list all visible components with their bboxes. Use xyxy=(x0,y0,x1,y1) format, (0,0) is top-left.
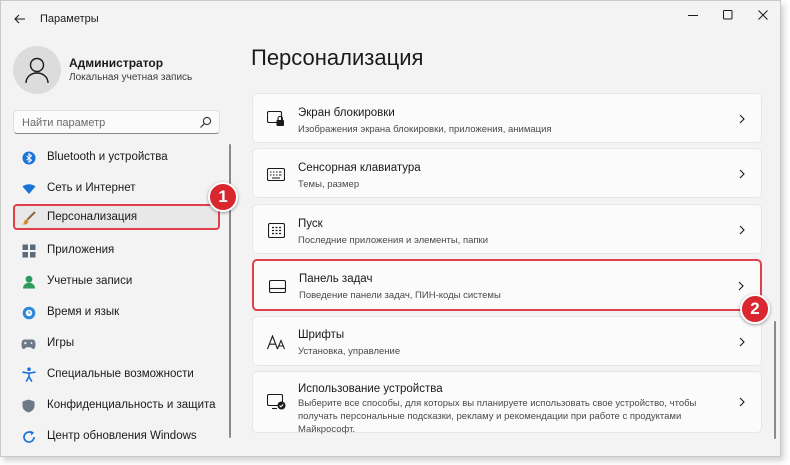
apps-icon xyxy=(21,243,36,258)
gamepad-icon xyxy=(21,336,36,351)
sidebar-item-personalization[interactable]: Персонализация xyxy=(13,204,220,230)
shield-icon xyxy=(21,398,36,413)
sidebar-item-time-language[interactable]: Время и язык xyxy=(13,299,220,325)
search-box[interactable] xyxy=(13,110,220,134)
sidebar-item-gaming[interactable]: Игры xyxy=(13,330,220,356)
card-title: Использование устройства xyxy=(298,383,443,395)
card-title: Экран блокировки xyxy=(298,107,395,119)
sidebar-item-privacy[interactable]: Конфиденциальность и защита xyxy=(13,392,220,418)
page-title: Персонализация xyxy=(251,45,424,70)
sidebar-item-network[interactable]: Сеть и Интернет xyxy=(13,175,220,201)
card-device-usage[interactable]: Использование устройства Выберите все сп… xyxy=(252,371,762,435)
user-name: Администратор xyxy=(69,56,164,70)
chevron-right-icon xyxy=(737,113,747,125)
card-title: Шрифты xyxy=(298,329,345,341)
sidebar-item-accessibility[interactable]: Специальные возможности xyxy=(13,361,220,387)
update-icon xyxy=(21,429,36,444)
card-subtitle: Последние приложения и элементы, папки xyxy=(298,235,488,246)
sidebar-item-label: Bluetooth и устройства xyxy=(47,151,168,163)
maximize-button[interactable] xyxy=(716,5,740,25)
chevron-right-icon xyxy=(737,224,747,236)
sidebar-item-accounts[interactable]: Учетные записи xyxy=(13,268,220,294)
card-subtitle: Установка, управление xyxy=(298,346,401,357)
globe-clock-icon xyxy=(21,305,36,320)
sidebar-item-label: Время и язык xyxy=(47,306,120,318)
device-usage-icon xyxy=(266,392,286,412)
accounts-icon xyxy=(21,274,36,289)
chevron-right-icon xyxy=(737,396,747,408)
user-icon xyxy=(25,57,49,84)
sidebar-item-apps[interactable]: Приложения xyxy=(13,237,220,263)
card-title: Пуск xyxy=(298,218,323,230)
avatar[interactable] xyxy=(13,46,61,94)
close-icon xyxy=(758,10,768,20)
keyboard-icon xyxy=(266,164,286,184)
chevron-right-icon xyxy=(737,168,747,180)
settings-window: Параметры Администратор Локальная учетна… xyxy=(0,0,781,457)
search-icon[interactable] xyxy=(199,116,212,129)
card-title: Панель задач xyxy=(299,273,373,285)
main-scrollbar[interactable] xyxy=(774,321,776,439)
maximize-icon xyxy=(723,10,733,20)
wifi-icon xyxy=(21,181,36,196)
chevron-right-icon xyxy=(737,336,747,348)
sidebar-item-label: Конфиденциальность и защита xyxy=(47,399,216,411)
card-lock-screen[interactable]: Экран блокировки Изображения экрана блок… xyxy=(252,93,762,143)
minimize-button[interactable] xyxy=(681,5,705,25)
card-start[interactable]: Пуск Последние приложения и элементы, па… xyxy=(252,204,762,254)
card-touch-keyboard[interactable]: Сенсорная клавиатура Темы, размер xyxy=(252,148,762,198)
card-fonts[interactable]: Шрифты Установка, управление xyxy=(252,316,762,366)
sidebar-item-label: Учетные записи xyxy=(47,275,133,287)
lock-screen-icon xyxy=(266,109,286,129)
minimize-icon xyxy=(688,15,698,16)
sidebar-item-label: Центр обновления Windows xyxy=(47,430,197,442)
close-button[interactable] xyxy=(751,5,775,25)
search-input[interactable] xyxy=(22,115,192,130)
brush-icon xyxy=(21,210,36,225)
sidebar-item-bluetooth[interactable]: Bluetooth и устройства xyxy=(13,144,220,170)
card-subtitle: Выберите все способы, для которых вы пла… xyxy=(298,398,697,435)
card-subtitle: Темы, размер xyxy=(298,179,360,190)
annotation-badge-1: 1 xyxy=(208,182,238,212)
sidebar-item-label: Специальные возможности xyxy=(47,368,194,380)
card-title: Сенсорная клавиатура xyxy=(298,162,421,174)
card-taskbar[interactable]: Панель задач Поведение панели задач, ПИН… xyxy=(252,259,762,311)
fonts-icon xyxy=(266,332,286,352)
chevron-right-icon xyxy=(736,280,746,292)
card-subtitle: Изображения экрана блокировки, приложени… xyxy=(298,124,552,135)
bluetooth-icon xyxy=(21,150,36,165)
taskbar-icon xyxy=(267,276,287,296)
sidebar-item-windows-update[interactable]: Центр обновления Windows xyxy=(13,423,220,449)
app-title: Параметры xyxy=(40,13,99,25)
accessibility-icon xyxy=(21,367,36,382)
back-button[interactable] xyxy=(11,10,29,28)
sidebar-item-label: Персонализация xyxy=(47,211,138,223)
start-icon xyxy=(266,220,286,240)
sidebar-item-label: Приложения xyxy=(47,244,115,256)
annotation-badge-2: 2 xyxy=(740,294,770,324)
card-subtitle: Поведение панели задач, ПИН-коды системы xyxy=(299,290,501,301)
arrow-left-icon xyxy=(14,14,25,24)
sidebar-item-label: Сеть и Интернет xyxy=(47,182,136,194)
account-type: Локальная учетная запись xyxy=(69,72,193,83)
sidebar-item-label: Игры xyxy=(47,337,75,349)
title-bar: Параметры xyxy=(1,1,780,37)
